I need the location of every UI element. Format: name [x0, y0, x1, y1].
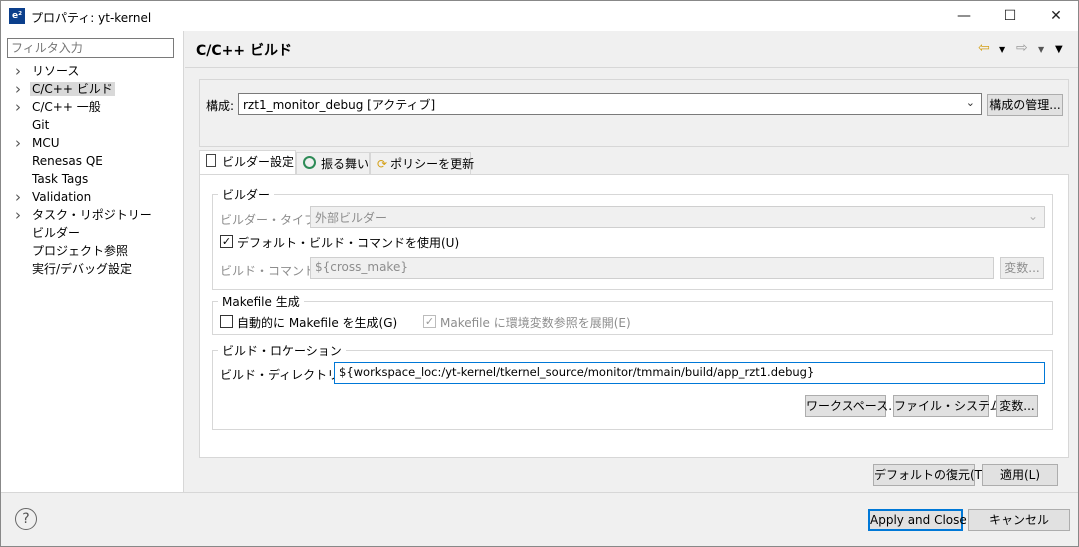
tree-item[interactable]: C/C++ ビルド [30, 80, 115, 98]
auto-makefile-label: 自動的に Makefile を生成(G) [237, 316, 398, 330]
config-label: 構成: [206, 99, 235, 113]
filter-input[interactable] [7, 38, 174, 58]
chevron-right-icon[interactable]: › [15, 134, 25, 152]
config-select-value: rzt1_monitor_debug [アクティブ] [243, 98, 436, 112]
config-select[interactable]: rzt1_monitor_debug [アクティブ] ⌄ [238, 93, 982, 115]
build-dir-input[interactable]: ${workspace_loc:/yt-kernel/tkernel_sourc… [334, 362, 1045, 384]
tree-item[interactable]: Validation [32, 188, 91, 206]
tab-behavior[interactable]: 振る舞い [296, 152, 370, 174]
build-location-group-label: ビルド・ロケーション [218, 342, 346, 359]
build-command-field[interactable]: ${cross_make} [310, 257, 994, 279]
tree-item[interactable]: Task Tags [32, 170, 88, 188]
close-button[interactable]: ✕ [1033, 1, 1079, 31]
tree-item-label: タスク・リポジトリー [32, 208, 152, 222]
tree-item[interactable]: Git [32, 116, 49, 134]
filesystem-button[interactable]: ファイル・システム... [893, 395, 1013, 417]
apply-and-close-button[interactable]: Apply and Close [868, 509, 967, 531]
tree-item[interactable]: プロジェクト参照 [32, 242, 128, 260]
maximize-button[interactable]: ☐ [987, 1, 1033, 31]
chevron-down-icon: ⌄ [1027, 209, 1038, 223]
chevron-right-icon[interactable]: › [15, 188, 25, 206]
tree-item[interactable]: C/C++ 一般 [32, 98, 101, 116]
use-default-command-label: デフォルト・ビルド・コマンドを使用(U) [237, 236, 460, 250]
window-title: プロパティ: yt-kernel [31, 11, 152, 25]
behavior-icon [303, 156, 316, 169]
chevron-down-icon: ⌄ [965, 96, 975, 109]
tree-item[interactable]: Renesas QE [32, 152, 103, 170]
tree-item-label: C/C++ 一般 [32, 100, 101, 114]
builder-settings-icon [206, 154, 216, 167]
tree-item-label: MCU [32, 136, 60, 150]
apply-button[interactable]: 適用(L) [982, 464, 1058, 486]
tab-refresh-policy[interactable]: ⟳ ポリシーを更新 [370, 152, 474, 174]
back-arrow-icon[interactable]: ⇦ [978, 40, 990, 56]
tree-item[interactable]: MCU [32, 134, 60, 152]
manage-config-button[interactable]: 構成の管理... [987, 94, 1063, 116]
tree-item-label: Renesas QE [32, 154, 103, 168]
tree-item-label: Git [32, 118, 50, 132]
makefile-group-label: Makefile 生成 [218, 293, 304, 310]
tree-item-label: Validation [32, 190, 92, 204]
view-menu-icon[interactable]: ▼ [1055, 44, 1063, 55]
use-default-command-checkbox[interactable]: ✓ [220, 235, 233, 248]
chevron-right-icon[interactable]: › [15, 62, 25, 80]
builder-variables-button[interactable]: 変数... [1000, 257, 1044, 279]
tree-item-label: 実行/デバッグ設定 [32, 262, 133, 276]
tree-item[interactable]: リソース [32, 62, 79, 80]
tree-item-label: リソース [32, 64, 80, 78]
expand-env-checkbox[interactable]: ✓ [423, 315, 436, 328]
tree-item-label: C/C++ ビルド [30, 82, 115, 96]
restore-defaults-button[interactable]: デフォルトの復元(T) [873, 464, 987, 486]
title-separator [185, 67, 1078, 68]
builder-group-label: ビルダー [218, 186, 275, 203]
chevron-right-icon[interactable]: › [15, 206, 25, 224]
tree-item-label: ビルダー [32, 226, 81, 240]
chevron-right-icon[interactable]: › [15, 80, 25, 98]
help-icon[interactable]: ? [15, 508, 37, 530]
title-bar: e² プロパティ: yt-kernel — ☐ ✕ [0, 0, 1079, 31]
tab-builder-settings[interactable]: ビルダー設定 [199, 150, 296, 175]
forward-arrow-icon[interactable]: ⇨ [1016, 40, 1028, 56]
tree-item-label: Task Tags [32, 172, 89, 186]
footer-separator [1, 492, 1078, 493]
cancel-button[interactable]: キャンセル [968, 509, 1070, 531]
minimize-button[interactable]: — [941, 1, 987, 31]
tree-item[interactable]: ビルダー [32, 224, 80, 242]
workspace-button[interactable]: ワークスペース... [805, 395, 900, 417]
chevron-right-icon[interactable]: › [15, 98, 25, 116]
refresh-policy-icon: ⟳ [377, 157, 388, 171]
tree-item[interactable]: タスク・リポジトリー [32, 206, 152, 224]
tree-item[interactable]: 実行/デバッグ設定 [32, 260, 132, 278]
tree-item-label: プロジェクト参照 [32, 244, 129, 258]
auto-makefile-checkbox[interactable] [220, 315, 233, 328]
back-menu-icon[interactable]: ▼ [999, 45, 1005, 54]
forward-menu-icon[interactable]: ▼ [1038, 45, 1044, 54]
page-title: C/C++ ビルド [196, 43, 292, 59]
expand-env-label: Makefile に環境変数参照を展開(E) [440, 316, 631, 330]
app-icon: e² [9, 8, 25, 24]
builder-type-select[interactable]: 外部ビルダー ⌄ [310, 206, 1045, 228]
location-variables-button[interactable]: 変数... [996, 395, 1038, 417]
